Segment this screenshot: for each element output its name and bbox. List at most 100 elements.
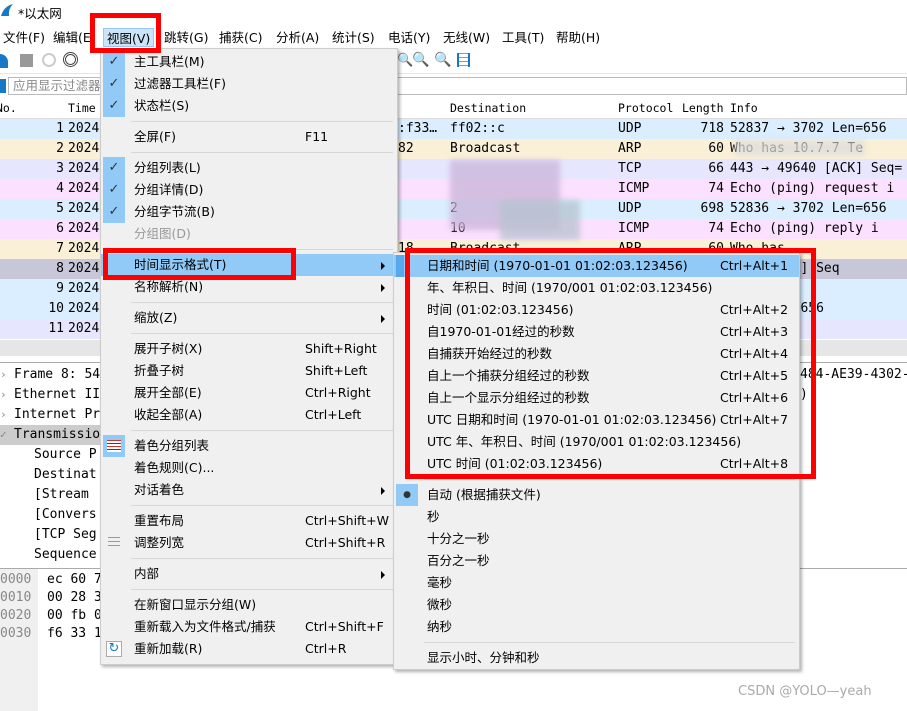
menu-item: 分组图(D)	[101, 223, 397, 245]
start-capture-icon[interactable]	[0, 54, 8, 68]
detail-line[interactable]: › Frame 8: 54	[0, 365, 100, 385]
column-header[interactable]: Length	[682, 101, 724, 115]
detail-line[interactable]: › Internet Pr	[0, 405, 100, 425]
menu-item[interactable]: ✓ 分组字节流(B)	[101, 201, 397, 223]
menu-item-label: 过滤器工具栏(F)	[134, 76, 226, 91]
menu-item[interactable]: 十分之一秒	[394, 528, 799, 550]
detail-line[interactable]: Source P	[0, 445, 100, 465]
packet-no: 6	[56, 221, 64, 236]
packet-length: 718	[700, 121, 724, 136]
menu-item[interactable]: 微秒	[394, 594, 799, 616]
detail-line[interactable]: Sequence	[0, 545, 100, 565]
packet-no: 11	[48, 321, 64, 336]
menu-item[interactable]: 折叠子树 Shift+Left	[101, 360, 397, 382]
radio-indicator	[396, 255, 404, 277]
annotation-box-view-menu	[90, 13, 161, 53]
column-header[interactable]: Time	[68, 101, 96, 115]
menu-8[interactable]: 无线(W)	[440, 28, 493, 47]
menu-item[interactable]: 调整列宽 Ctrl+Shift+R	[101, 532, 397, 554]
menu-item[interactable]: 缩放(Z)	[101, 307, 397, 329]
menu-item[interactable]: ✓ 过滤器工具栏(F)	[101, 73, 397, 95]
menu-10[interactable]: 帮助(H)	[553, 28, 603, 47]
detail-line[interactable]: [Convers	[0, 505, 100, 525]
column-header[interactable]: Protocol	[618, 101, 673, 115]
menu-item[interactable]: 重新载入为文件格式/捕获 Ctrl+Shift+F	[101, 616, 397, 638]
watermark: CSDN @YOLO—yeah	[738, 684, 872, 699]
menu-item[interactable]: 毫秒	[394, 572, 799, 594]
packet-no: 3	[56, 161, 64, 176]
detail-line[interactable]: Destinat	[0, 465, 100, 485]
redacted-region	[500, 200, 580, 240]
expand-arrow-icon[interactable]: ✓	[0, 425, 7, 445]
view-menu: ✓ 主工具栏(M) ✓ 过滤器工具栏(F) ✓ 状态栏(S) 全屏(F) F11 ✓ 分组列表(L…	[100, 48, 398, 665]
menu-item[interactable]: ✓ 分组详情(D)	[101, 179, 397, 201]
menu-9[interactable]: 工具(T)	[499, 28, 547, 47]
menu-item-label: 对话着色	[134, 482, 185, 497]
menu-item[interactable]: 百分之一秒	[394, 550, 799, 572]
menu-item[interactable]: ✓ 主工具栏(M)	[101, 51, 397, 73]
packet-protocol: UDP	[618, 121, 642, 136]
menu-item[interactable]: ✓ 状态栏(S)	[101, 95, 397, 117]
byte-hex: f6 33 1	[47, 626, 102, 641]
menu-item[interactable]: 收起全部(A) Ctrl+Left	[101, 404, 397, 426]
stop-capture-icon[interactable]	[20, 54, 33, 67]
byte-offset: 0010	[0, 590, 32, 605]
menu-item[interactable]: 纳秒	[394, 616, 799, 638]
detail-line[interactable]: ✓ Transmissio	[0, 425, 100, 445]
menu-separator	[131, 589, 393, 590]
menu-5[interactable]: 分析(A)	[273, 28, 322, 47]
menu-item[interactable]: ✓ 分组列表(L)	[101, 157, 397, 179]
restart-capture-icon[interactable]	[42, 53, 56, 67]
check-icon: ✓	[103, 157, 125, 179]
menu-item[interactable]: 着色分组列表	[101, 435, 397, 457]
menu-item-label: 纳秒	[427, 619, 453, 634]
colorize-list-icon	[103, 435, 125, 457]
menu-item[interactable]: 秒	[394, 506, 799, 528]
bookmark-icon[interactable]	[0, 79, 6, 93]
detail-line[interactable]: [TCP Seg	[0, 525, 100, 545]
packet-source: 82	[398, 141, 414, 156]
menu-item-label: 显示小时、分钟和秒	[427, 650, 540, 665]
menu-item-label: 内部	[134, 566, 160, 581]
menu-0[interactable]: 文件(F)	[0, 28, 48, 47]
detail-text: [Stream	[34, 487, 89, 502]
reload-icon: ↻	[106, 641, 122, 657]
expand-arrow-icon[interactable]: ›	[0, 405, 7, 425]
column-header[interactable]: Info	[730, 101, 758, 115]
menu-item[interactable]: 在新窗口显示分组(W)	[101, 594, 397, 616]
detail-line[interactable]: › Ethernet II	[0, 385, 100, 405]
menu-item[interactable]: ↻ 重新加载(R) Ctrl+R	[101, 638, 397, 660]
submenu-arrow-icon	[381, 284, 385, 292]
expand-arrow-icon[interactable]: ›	[0, 365, 7, 385]
menu-item-shortcut: Ctrl+Right	[305, 385, 371, 400]
detail-text: Sequence	[34, 547, 97, 562]
menu-separator	[131, 558, 393, 559]
menu-7[interactable]: 电话(Y)	[385, 28, 433, 47]
menu-item[interactable]: 全屏(F) F11	[101, 126, 397, 148]
expand-arrow-icon[interactable]: ›	[0, 385, 7, 405]
menu-item[interactable]: 着色规则(C)...	[101, 457, 397, 479]
menu-3[interactable]: 跳转(G)	[161, 28, 211, 47]
menu-item[interactable]: 对话着色	[101, 479, 397, 501]
column-header[interactable]: Destination	[450, 101, 526, 115]
zoom-icon[interactable]: 🔍	[397, 53, 413, 68]
packet-info: 52837 → 3702 Len=656	[730, 121, 887, 136]
menu-item[interactable]: 内部	[101, 563, 397, 585]
menu-item-shortcut: Ctrl+R	[305, 641, 347, 656]
column-header[interactable]: No.	[0, 101, 17, 115]
menu-item-shortcut: F11	[305, 129, 329, 144]
menu-6[interactable]: 统计(S)	[329, 28, 378, 47]
menu-item[interactable]: 展开全部(E) Ctrl+Right	[101, 382, 397, 404]
menu-item[interactable]: 重置布局 Ctrl+Shift+W	[101, 510, 397, 532]
zoom-out-icon[interactable]: 🔍	[412, 52, 429, 68]
zoom-reset-icon[interactable]: 🔍	[434, 52, 451, 68]
menu-item[interactable]: 展开子树(X) Shift+Right	[101, 338, 397, 360]
menu-item[interactable]: ● 自动 (根据捕获文件)	[394, 484, 799, 506]
menu-item-shortcut: Ctrl+Shift+R	[305, 535, 386, 550]
resize-columns-icon[interactable]	[457, 53, 470, 67]
menu-item[interactable]: 显示小时、分钟和秒	[394, 647, 799, 669]
detail-line[interactable]: [Stream	[0, 485, 100, 505]
check-icon: ✓	[103, 51, 125, 73]
menu-4[interactable]: 捕获(C)	[216, 28, 265, 47]
capture-options-icon[interactable]	[63, 52, 78, 67]
